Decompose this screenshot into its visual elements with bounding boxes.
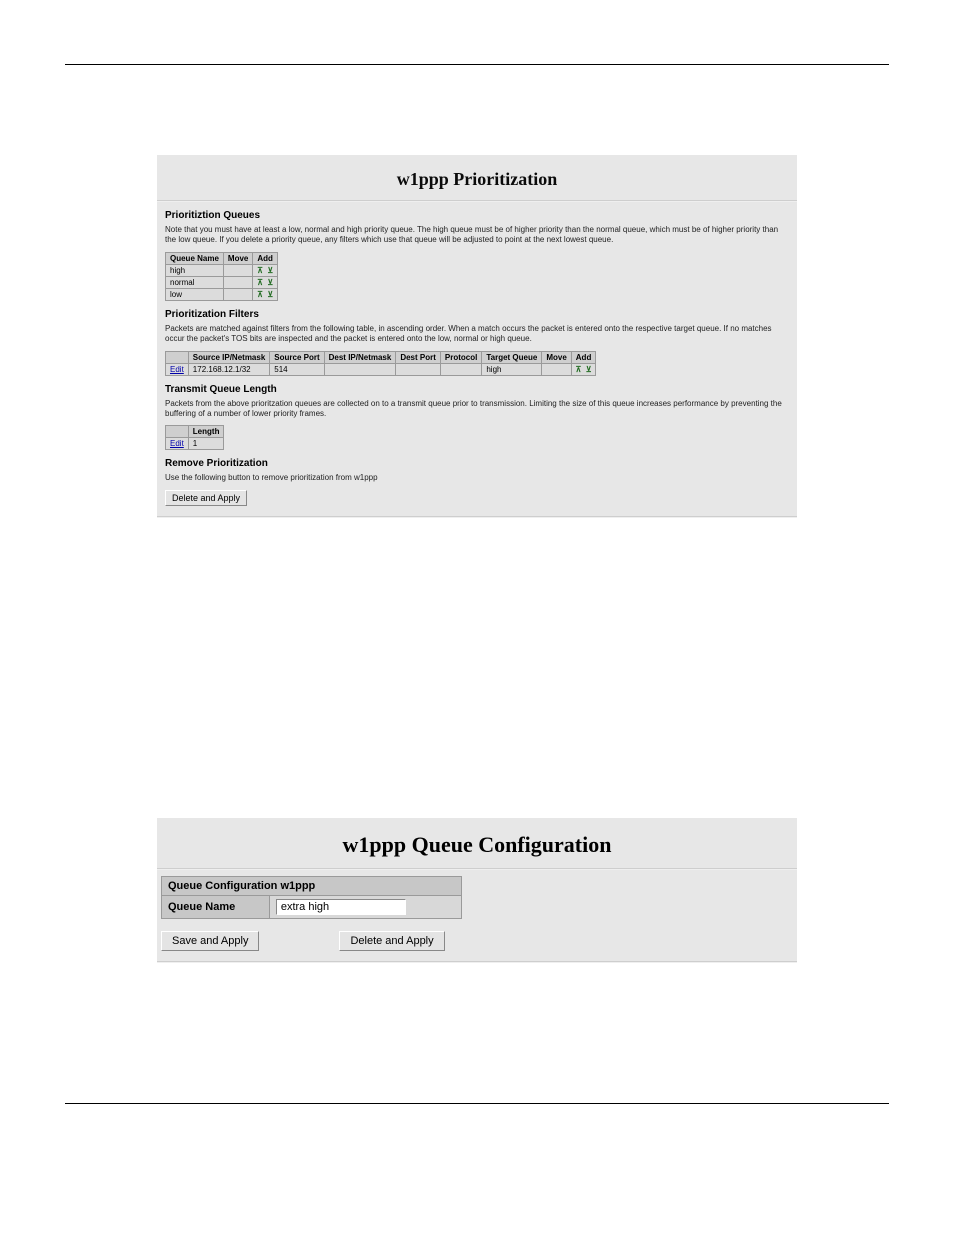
section-heading-queues: Prioritiztion Queues [165,210,789,221]
panel2-title: w1ppp Queue Configuration [157,818,797,868]
delete-and-apply-button[interactable]: Delete and Apply [339,931,444,951]
col-queue-name: Queue Name [166,252,224,264]
dest-port-cell [396,363,441,375]
move-cell [542,363,571,375]
table-row: Edit 172.168.12.1/32 514 high ⊼ ⊻ [166,363,596,375]
queue-name-cell: normal [166,276,224,288]
col-dest-port: Dest Port [396,351,441,363]
queue-name-input[interactable] [276,899,406,915]
col-target: Target Queue [482,351,542,363]
col-add: Add [571,351,596,363]
add-below-icon[interactable]: ⊻ [585,366,593,374]
add-below-icon[interactable]: ⊻ [266,267,274,275]
move-cell [223,288,252,300]
add-above-icon[interactable]: ⊼ [574,366,582,374]
edit-link[interactable]: Edit [170,365,184,374]
add-cell[interactable]: ⊼ ⊻ [253,276,278,288]
move-cell [223,264,252,276]
add-cell[interactable]: ⊼ ⊻ [571,363,596,375]
queues-note: Note that you must have at least a low, … [165,225,789,246]
table-row: high ⊼ ⊻ [166,264,278,276]
col-src-ip: Source IP/Netmask [188,351,269,363]
col-move: Move [223,252,252,264]
add-cell[interactable]: ⊼ ⊻ [253,288,278,300]
src-port-cell: 514 [270,363,324,375]
col-length: Length [188,426,224,438]
queue-name-input-cell [269,895,461,918]
add-below-icon[interactable]: ⊻ [266,279,274,287]
filters-table: Source IP/Netmask Source Port Dest IP/Ne… [165,351,596,376]
table-row: Edit 1 [166,438,224,450]
table-row: Queue Name [162,895,462,918]
add-above-icon[interactable]: ⊼ [256,291,264,299]
add-below-icon[interactable]: ⊻ [266,291,274,299]
src-ip-cell: 172.168.12.1/32 [188,363,269,375]
section-heading-filters: Prioritization Filters [165,309,789,320]
queue-config-table: Queue Configuration w1ppp Queue Name [161,876,462,919]
queue-name-cell: high [166,264,224,276]
dest-ip-cell [324,363,396,375]
remove-note: Use the following button to remove prior… [165,473,789,483]
queue-name-cell: low [166,288,224,300]
table-row: normal ⊼ ⊻ [166,276,278,288]
panel-title: w1ppp Prioritization [157,155,797,200]
col-blank [166,351,189,363]
edit-link-cell[interactable]: Edit [166,363,189,375]
delete-and-apply-button[interactable]: Delete and Apply [165,490,247,506]
txlen-note: Packets from the above prioritzation que… [165,399,789,420]
target-cell: high [482,363,542,375]
filters-note: Packets are matched against filters from… [165,324,789,345]
move-cell [223,276,252,288]
col-dest-ip: Dest IP/Netmask [324,351,396,363]
queue-name-label: Queue Name [162,895,270,918]
edit-link-cell[interactable]: Edit [166,438,189,450]
col-add: Add [253,252,278,264]
table-row: low ⊼ ⊻ [166,288,278,300]
section-heading-remove: Remove Prioritization [165,458,789,469]
queue-config-panel: w1ppp Queue Configuration Queue Configur… [157,818,797,963]
prioritization-panel: w1ppp Prioritization Prioritiztion Queue… [157,155,797,518]
col-proto: Protocol [440,351,481,363]
config-header: Queue Configuration w1ppp [162,876,462,895]
queues-table: Queue Name Move Add high ⊼ ⊻ normal ⊼ ⊻ … [165,252,278,301]
section-heading-txlen: Transmit Queue Length [165,384,789,395]
col-src-port: Source Port [270,351,324,363]
txlen-table: Length Edit 1 [165,425,224,450]
length-value: 1 [188,438,224,450]
save-and-apply-button[interactable]: Save and Apply [161,931,259,951]
col-blank [166,426,189,438]
edit-link[interactable]: Edit [170,439,184,448]
add-above-icon[interactable]: ⊼ [256,279,264,287]
col-move: Move [542,351,571,363]
add-above-icon[interactable]: ⊼ [256,267,264,275]
proto-cell [440,363,481,375]
add-cell[interactable]: ⊼ ⊻ [253,264,278,276]
